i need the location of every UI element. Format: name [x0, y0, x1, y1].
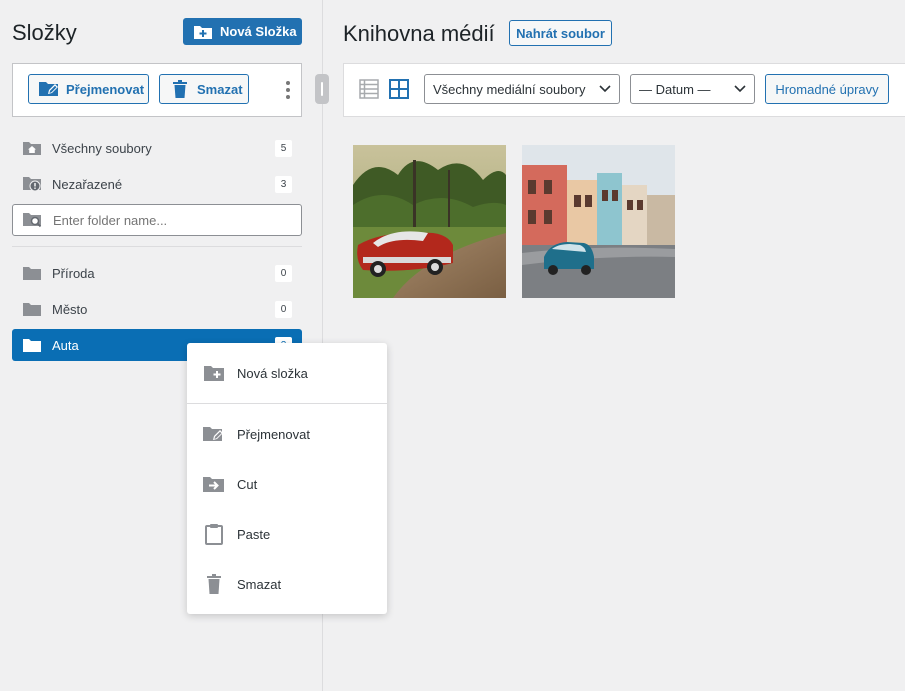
- rename-button[interactable]: Přejmenovat: [28, 74, 149, 104]
- folders-title: Složky: [12, 20, 77, 45]
- info-folder-icon: [22, 176, 42, 192]
- tree-item-label: Všechny soubory: [52, 140, 152, 156]
- sidebar-divider: [12, 246, 302, 247]
- resize-handle[interactable]: [315, 74, 329, 104]
- media-type-value: Všechny mediální soubory: [433, 81, 586, 97]
- red-car-image: [353, 145, 506, 298]
- media-library-title: Knihovna médií: [343, 21, 495, 46]
- tree-item-label: Nezařazené: [52, 176, 123, 192]
- menu-item-label: Cut: [237, 476, 258, 492]
- menu-item-rename[interactable]: Přejmenovat: [187, 418, 387, 450]
- menu-item-label: Nová složka: [237, 365, 308, 381]
- count-badge: 0: [275, 301, 292, 318]
- folder-label: Město: [52, 301, 88, 317]
- media-thumbnail[interactable]: [522, 145, 675, 298]
- folder-item-mesto[interactable]: Město 0: [12, 293, 302, 325]
- more-options-icon[interactable]: [286, 81, 292, 102]
- folder-label: Auta: [52, 337, 79, 353]
- grid-view-icon[interactable]: [389, 79, 409, 99]
- trash-icon: [203, 574, 225, 594]
- delete-label: Smazat: [197, 81, 243, 97]
- menu-separator: [187, 403, 387, 404]
- new-folder-label: Nová Složka: [220, 24, 297, 39]
- blue-car-street-image: [522, 145, 675, 298]
- date-value: — Datum —: [639, 81, 711, 97]
- date-select[interactable]: — Datum —: [630, 74, 755, 104]
- upload-file-button[interactable]: Nahrát soubor: [509, 20, 612, 46]
- folder-edit-icon: [203, 425, 225, 443]
- folder-search-input[interactable]: Enter folder name...: [12, 204, 302, 236]
- list-view-icon[interactable]: [359, 79, 379, 99]
- folder-label: Příroda: [52, 265, 95, 281]
- search-placeholder: Enter folder name...: [53, 212, 168, 228]
- delete-button[interactable]: Smazat: [159, 74, 249, 104]
- home-folder-icon: [22, 141, 42, 155]
- clipboard-icon: [203, 523, 225, 545]
- count-badge: 5: [275, 140, 292, 157]
- folder-plus-icon: [203, 365, 225, 381]
- folder-move-icon: [203, 475, 225, 493]
- media-thumbnail[interactable]: [353, 145, 506, 298]
- menu-item-label: Přejmenovat: [237, 426, 310, 442]
- chevron-down-icon: [599, 85, 611, 93]
- folder-icon: [22, 302, 42, 316]
- folder-context-menu: Nová složka Přejmenovat Cut Paste Smazat: [187, 343, 387, 614]
- count-badge: 0: [275, 265, 292, 282]
- folder-item-priroda[interactable]: Příroda 0: [12, 257, 302, 289]
- tree-item-uncategorized[interactable]: Nezařazené 3: [12, 168, 302, 200]
- folder-edit-icon: [38, 80, 60, 98]
- menu-item-label: Paste: [237, 526, 271, 542]
- new-folder-button[interactable]: Nová Složka: [183, 18, 302, 45]
- menu-item-new-folder[interactable]: Nová složka: [187, 357, 387, 389]
- folder-plus-icon: [193, 24, 213, 40]
- folder-search-icon: [23, 212, 43, 228]
- chevron-down-icon: [734, 85, 746, 93]
- rename-label: Přejmenovat: [66, 81, 145, 97]
- bulk-edit-button[interactable]: Hromadné úpravy: [765, 74, 889, 104]
- menu-item-paste[interactable]: Paste: [187, 518, 387, 550]
- folder-icon: [22, 266, 42, 280]
- count-badge: 3: [275, 176, 292, 193]
- menu-item-cut[interactable]: Cut: [187, 468, 387, 500]
- trash-icon: [172, 80, 188, 98]
- folder-icon: [22, 338, 42, 352]
- menu-item-label: Smazat: [237, 576, 282, 592]
- tree-item-all-files[interactable]: Všechny soubory 5: [12, 132, 302, 164]
- media-type-select[interactable]: Všechny mediální soubory: [424, 74, 620, 104]
- menu-item-delete[interactable]: Smazat: [187, 568, 387, 600]
